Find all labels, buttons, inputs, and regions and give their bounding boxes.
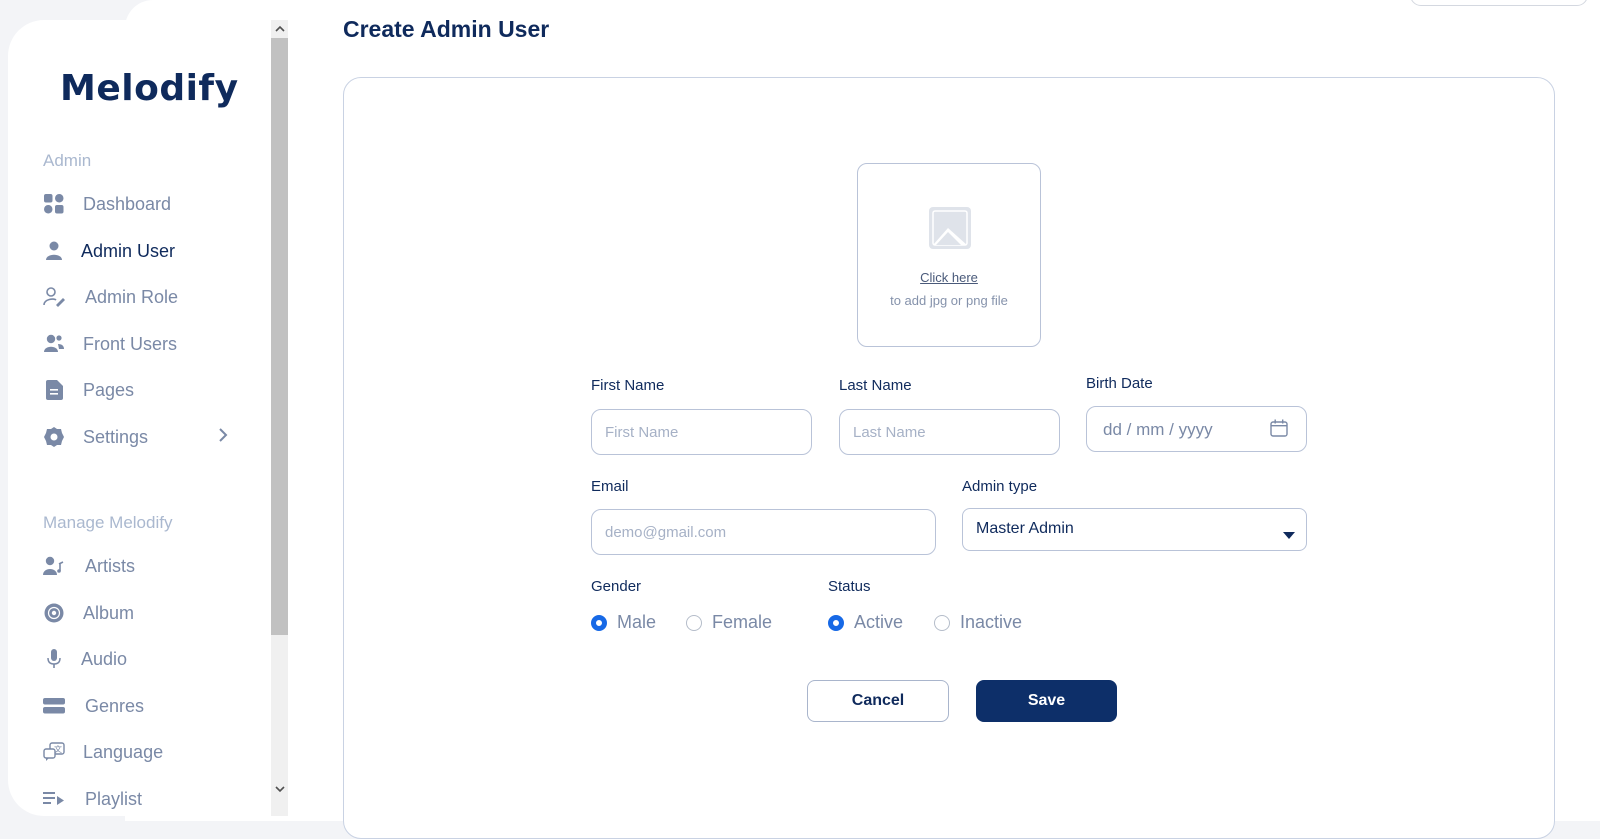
sidebar-item-front-users[interactable]: Front Users — [43, 329, 243, 359]
status-radio-inactive[interactable]: Inactive — [934, 612, 1022, 633]
scroll-up-arrow-icon[interactable] — [271, 20, 288, 38]
playlist-icon — [43, 788, 65, 810]
radio-label: Active — [854, 612, 904, 632]
gender-radio-male[interactable]: Male — [591, 612, 656, 633]
radio-button[interactable] — [934, 614, 950, 631]
cancel-button[interactable]: Cancel — [807, 680, 949, 722]
last-name-label: Last Name — [839, 377, 912, 394]
genres-icon — [43, 695, 65, 717]
sidebar-item-label: Pages — [83, 379, 135, 400]
upload-link[interactable]: Click here — [858, 270, 1040, 285]
radio-label: Inactive — [960, 612, 1023, 632]
upload-hint: to add jpg or png file — [890, 293, 1008, 308]
image-placeholder-icon — [928, 206, 972, 255]
birth-date-label: Birth Date — [1086, 375, 1153, 392]
sidebar-scrollbar-thumb[interactable] — [271, 38, 288, 635]
sidebar-item-label: Admin Role — [85, 286, 179, 307]
sidebar-item-label: Artists — [85, 555, 136, 576]
sidebar-item-pages[interactable]: Pages — [43, 375, 243, 405]
birth-date-placeholder: dd / mm / yyyy — [1103, 420, 1213, 439]
calendar-icon[interactable] — [1270, 419, 1288, 442]
users-icon — [43, 333, 65, 355]
sidebar-item-admin-user[interactable]: Admin User — [43, 236, 243, 266]
sidebar-item-label: Dashboard — [83, 193, 172, 214]
section-label-admin: Admin — [43, 151, 92, 170]
sidebar-item-dashboard[interactable]: Dashboard — [43, 189, 243, 219]
sidebar-item-album[interactable]: Album — [43, 598, 243, 628]
svg-text:文: 文 — [54, 744, 62, 754]
page-title: Create Admin User — [343, 16, 550, 42]
language-icon: 文 — [43, 741, 65, 763]
admin-type-select[interactable]: Master Admin — [962, 508, 1307, 551]
sidebar-item-label: Album — [83, 602, 135, 623]
app-logo[interactable]: Melodify — [60, 68, 239, 109]
sidebar: Melodify Admin Dashboard Admin User Admi… — [8, 20, 288, 816]
radio-button[interactable] — [591, 614, 607, 631]
sidebar-item-admin-role[interactable]: Admin Role — [43, 282, 243, 312]
gear-icon — [43, 426, 65, 448]
user-icon — [43, 240, 65, 262]
artist-icon — [43, 555, 65, 577]
sidebar-item-artists[interactable]: Artists — [43, 551, 243, 581]
document-icon — [43, 379, 65, 401]
sidebar-item-label: Audio — [81, 648, 128, 669]
chevron-right-icon — [218, 427, 228, 448]
radio-label: Male — [617, 612, 657, 632]
gender-radio-female[interactable]: Female — [686, 612, 772, 633]
sidebar-item-language[interactable]: 文 Language — [43, 737, 243, 767]
save-button[interactable]: Save — [976, 680, 1117, 722]
microphone-icon — [43, 648, 65, 670]
first-name-label: First Name — [591, 377, 665, 394]
sidebar-item-settings[interactable]: Settings — [43, 422, 243, 452]
dashboard-icon — [43, 193, 65, 215]
admin-type-value: Master Admin — [976, 520, 1074, 537]
gender-label: Gender — [591, 578, 642, 595]
admin-type-label: Admin type — [962, 478, 1038, 495]
sidebar-content: Melodify Admin Dashboard Admin User Admi… — [8, 20, 268, 816]
scroll-down-arrow-icon[interactable] — [271, 780, 288, 798]
sidebar-item-label: Playlist — [85, 788, 143, 809]
section-label-manage: Manage Melodify — [43, 513, 173, 532]
sidebar-item-audio[interactable]: Audio — [43, 644, 243, 674]
sidebar-item-genres[interactable]: Genres — [43, 691, 243, 721]
disc-icon — [43, 602, 65, 624]
sidebar-item-label: Genres — [85, 695, 145, 716]
radio-label: Female — [712, 612, 773, 632]
sidebar-item-label: Admin User — [81, 240, 176, 261]
sidebar-item-playlist[interactable]: Playlist — [43, 784, 243, 814]
sidebar-item-label: Language — [83, 741, 164, 762]
sidebar-item-label: Front Users — [83, 333, 178, 354]
caret-down-icon — [1283, 526, 1295, 544]
first-name-field[interactable] — [591, 409, 812, 455]
status-radio-active[interactable]: Active — [828, 612, 903, 633]
top-right-control[interactable] — [1410, 0, 1588, 6]
last-name-field[interactable] — [839, 409, 1060, 455]
sidebar-item-label: Settings — [83, 426, 149, 447]
image-upload-box[interactable]: Click here to add jpg or png file — [857, 163, 1041, 347]
birth-date-field[interactable]: dd / mm / yyyy — [1086, 406, 1307, 452]
radio-button[interactable] — [828, 614, 844, 631]
email-label: Email — [591, 478, 629, 495]
user-edit-icon — [43, 286, 65, 308]
email-field[interactable] — [591, 509, 936, 555]
status-label: Status — [828, 578, 871, 595]
radio-button[interactable] — [686, 614, 702, 631]
